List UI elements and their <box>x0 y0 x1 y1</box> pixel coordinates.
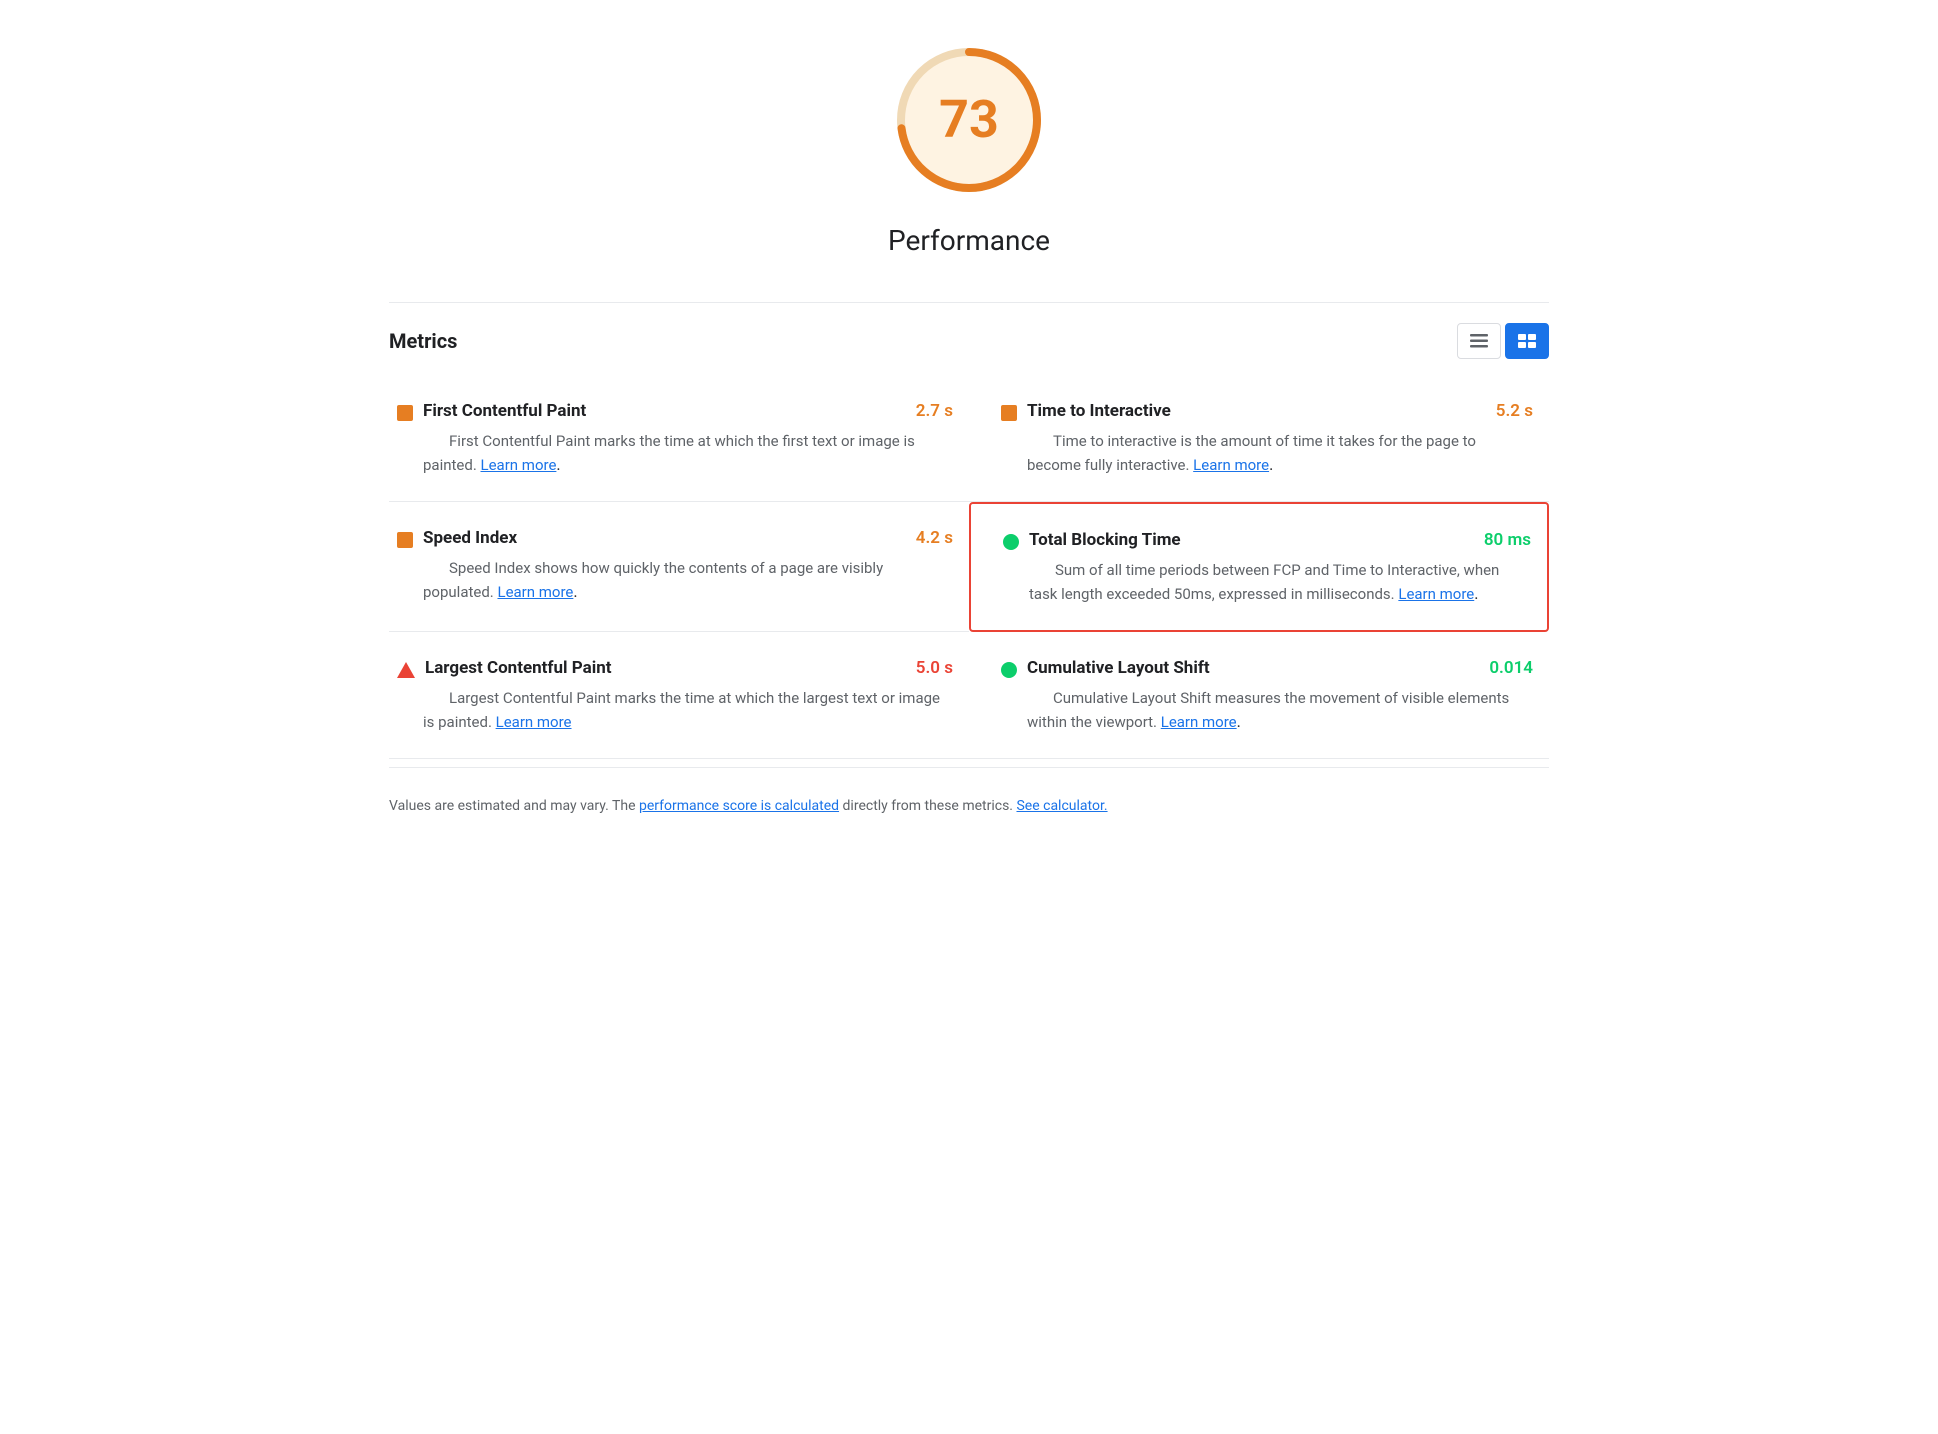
footer-link-calculator[interactable]: performance score is calculated <box>639 798 839 814</box>
metric-si-value: 4.2 s <box>916 526 953 552</box>
si-period: . <box>573 582 577 601</box>
footer-text-before: Values are estimated and may vary. The <box>389 798 639 814</box>
tbt-icon <box>1003 534 1019 550</box>
footer-link-see-calculator[interactable]: See calculator. <box>1016 798 1107 814</box>
metric-tbt-desc-block: Sum of all time periods between FCP and … <box>1029 558 1531 607</box>
metric-cls: Cumulative Layout Shift 0.014 Cumulative… <box>969 632 1549 759</box>
metric-fcp-value: 2.7 s <box>916 399 953 425</box>
metric-tti-desc-block: Time to interactive is the amount of tim… <box>1027 429 1533 478</box>
page-container: 73 Performance Metrics <box>329 0 1609 867</box>
cls-icon <box>1001 662 1017 678</box>
table-view-button[interactable] <box>1505 323 1549 359</box>
score-section: 73 Performance <box>389 40 1549 262</box>
metric-tbt-learn-more[interactable]: Learn more <box>1398 585 1474 603</box>
metric-tti: Time to Interactive 5.2 s Time to intera… <box>969 375 1549 502</box>
footer-text-middle: directly from these metrics. <box>843 798 1017 814</box>
metric-tbt: Total Blocking Time 80 ms Sum of all tim… <box>969 502 1549 632</box>
metric-tbt-header: Total Blocking Time 80 ms <box>1003 528 1531 554</box>
score-circle: 73 <box>889 40 1049 200</box>
metric-lcp-learn-more[interactable]: Learn more <box>496 713 572 731</box>
metric-fcp: First Contentful Paint 2.7 s First Conte… <box>389 375 969 502</box>
metric-si-name-row: Speed Index <box>397 526 517 552</box>
table-icon <box>1518 334 1536 348</box>
metric-tbt-name-row: Total Blocking Time <box>1003 528 1181 554</box>
list-view-button[interactable] <box>1457 323 1501 359</box>
fcp-period: . <box>556 455 560 474</box>
list-icon <box>1470 334 1488 348</box>
metric-tti-name: Time to Interactive <box>1027 399 1171 425</box>
tti-period: . <box>1269 455 1273 474</box>
metric-tbt-name: Total Blocking Time <box>1029 528 1181 554</box>
metric-lcp-name-row: Largest Contentful Paint <box>397 656 612 682</box>
view-toggle <box>1457 323 1549 359</box>
tti-icon <box>1001 405 1017 421</box>
metric-tti-header: Time to Interactive 5.2 s <box>1001 399 1533 425</box>
metric-si: Speed Index 4.2 s Speed Index shows how … <box>389 502 969 632</box>
metric-cls-desc: Cumulative Layout Shift measures the mov… <box>1027 689 1509 731</box>
metrics-section: Metrics <box>389 302 1549 759</box>
si-icon <box>397 532 413 548</box>
metric-fcp-name-row: First Contentful Paint <box>397 399 586 425</box>
metric-si-desc-block: Speed Index shows how quickly the conten… <box>423 556 953 605</box>
metric-lcp-header: Largest Contentful Paint 5.0 s <box>397 656 953 682</box>
metric-cls-learn-more[interactable]: Learn more <box>1161 713 1237 731</box>
cls-period: . <box>1237 712 1241 731</box>
metric-si-learn-more[interactable]: Learn more <box>497 583 573 601</box>
score-label: Performance <box>888 220 1050 262</box>
metric-tti-value: 5.2 s <box>1496 399 1533 425</box>
metric-tti-learn-more[interactable]: Learn more <box>1193 456 1269 474</box>
score-value: 73 <box>939 81 999 159</box>
fcp-icon <box>397 405 413 421</box>
metric-tbt-value: 80 ms <box>1484 528 1531 554</box>
metric-lcp-name: Largest Contentful Paint <box>425 656 612 682</box>
metrics-header: Metrics <box>389 303 1549 375</box>
metric-cls-name: Cumulative Layout Shift <box>1027 656 1210 682</box>
metric-tti-name-row: Time to Interactive <box>1001 399 1171 425</box>
metric-cls-name-row: Cumulative Layout Shift <box>1001 656 1210 682</box>
metric-lcp: Largest Contentful Paint 5.0 s Largest C… <box>389 632 969 759</box>
metric-cls-desc-block: Cumulative Layout Shift measures the mov… <box>1027 686 1533 735</box>
metric-cls-header: Cumulative Layout Shift 0.014 <box>1001 656 1533 682</box>
metric-si-header: Speed Index 4.2 s <box>397 526 953 552</box>
metric-si-desc: Speed Index shows how quickly the conten… <box>423 559 883 601</box>
metric-si-name: Speed Index <box>423 526 517 552</box>
metric-lcp-desc-block: Largest Contentful Paint marks the time … <box>423 686 953 735</box>
metrics-grid: First Contentful Paint 2.7 s First Conte… <box>389 375 1549 759</box>
metric-lcp-value: 5.0 s <box>916 656 953 682</box>
metrics-title: Metrics <box>389 326 457 356</box>
metric-fcp-name: First Contentful Paint <box>423 399 586 425</box>
metric-fcp-desc-block: First Contentful Paint marks the time at… <box>423 429 953 478</box>
metric-fcp-learn-more[interactable]: Learn more <box>481 456 557 474</box>
metric-fcp-header: First Contentful Paint 2.7 s <box>397 399 953 425</box>
metric-cls-value: 0.014 <box>1489 656 1533 682</box>
lcp-icon <box>397 662 415 678</box>
footer-note: Values are estimated and may vary. The p… <box>389 767 1549 827</box>
tbt-period: . <box>1474 584 1478 603</box>
